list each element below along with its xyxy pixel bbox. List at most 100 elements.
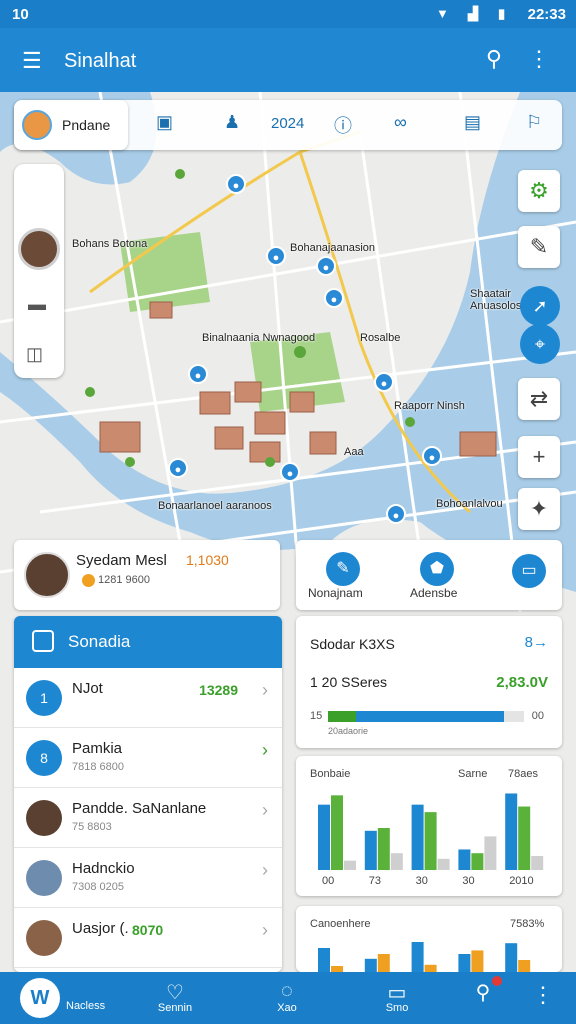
nav-label: Smo xyxy=(385,1002,409,1014)
user-card[interactable]: Syedam Mesl 1,1030 1281 9600 xyxy=(14,540,280,610)
link-icon[interactable]: ∞ xyxy=(394,112,407,133)
list-item[interactable]: 1 NJot 13289 › xyxy=(14,668,282,728)
pin-icon[interactable]: ✦ xyxy=(518,488,560,530)
zoom-in-icon[interactable]: + xyxy=(518,436,560,478)
map-label: Bonaarlanoel aaranoos xyxy=(158,500,272,512)
panel-icon[interactable]: ◫ xyxy=(26,344,43,365)
chart-bar xyxy=(518,960,531,972)
map-pin-icon[interactable]: ● xyxy=(386,504,406,524)
stats-card[interactable]: Sdodar K3XS 8→ 1 20 SSeres 2,83.0V 15 00… xyxy=(296,616,562,748)
chart-bar xyxy=(484,836,497,870)
chart-bar xyxy=(437,858,450,870)
layers-icon[interactable]: ▣ xyxy=(156,112,173,133)
year-label[interactable]: 2024 xyxy=(271,115,304,132)
map-pin-icon[interactable]: ● xyxy=(266,246,286,266)
list-item[interactable]: Uasjor (. 8070 › xyxy=(14,908,282,968)
map-pin-icon[interactable]: ● xyxy=(316,256,336,276)
user-value: 1,1030 xyxy=(186,552,229,568)
more-icon[interactable]: ⋮ xyxy=(528,46,550,72)
compose-icon[interactable]: ✎ xyxy=(326,552,360,586)
action-label[interactable]: Adensbe xyxy=(410,586,457,600)
list-item[interactable]: Hadnckio 7308 0205 › xyxy=(14,848,282,908)
bar-chart: 00 73 30 30 2010 xyxy=(318,793,544,887)
notification-badge xyxy=(492,976,502,986)
place-icon[interactable]: ⬟ xyxy=(420,552,454,586)
list-item-sub: 7818 6800 xyxy=(72,761,124,773)
chart-bar xyxy=(411,804,424,870)
list-item[interactable]: Pandde. SaNanlane 75 8803 › xyxy=(14,788,282,848)
list-item-badge: 1 xyxy=(26,680,62,716)
chart-card[interactable]: Bonbaie Sarne 78aes 00 73 30 30 2010 xyxy=(296,756,562,896)
chart-tick-label: 2010 xyxy=(509,875,533,887)
list-item-name: Pandde. SaNanlane xyxy=(72,800,207,817)
map-pin-icon[interactable]: ● xyxy=(374,372,394,392)
contact-avatar[interactable] xyxy=(18,228,60,270)
list-item-avatar xyxy=(26,860,62,896)
menu-icon[interactable]: ☰ xyxy=(22,48,42,74)
chart-bar xyxy=(518,806,531,870)
home-mark: W xyxy=(30,987,50,1009)
app-bar: ☰ Sinalhat ⚲ ⋮ xyxy=(0,28,576,92)
list-header: Sonadia xyxy=(14,616,282,668)
chevron-right-icon: › xyxy=(262,740,268,760)
chart-bar xyxy=(318,804,330,870)
nav-label: Sennin xyxy=(157,1002,193,1014)
user-name: Syedam Mesl xyxy=(76,552,167,569)
chart-bar xyxy=(458,849,471,870)
map-pin-icon[interactable]: ● xyxy=(226,174,246,194)
map-pin-icon[interactable]: ● xyxy=(324,288,344,308)
list-item-sub: 7308 0205 xyxy=(72,881,124,893)
status-time-right: 22:33 xyxy=(527,6,566,23)
signal-icon: ▟ xyxy=(468,6,478,21)
route-icon[interactable]: ⇄ xyxy=(518,378,560,420)
chart-card[interactable]: Canoenhere 7583% xyxy=(296,906,562,972)
profile-icon[interactable]: ♟ xyxy=(224,112,240,133)
map-pin-icon[interactable]: ● xyxy=(422,446,442,466)
nav-item[interactable]: ▭ Smo xyxy=(362,980,432,1014)
user-sub: 1281 9600 xyxy=(98,574,150,586)
nav-label: Xao xyxy=(277,1002,297,1014)
chevron-right-icon: › xyxy=(262,800,268,820)
nav-item[interactable]: ◌ Xao xyxy=(252,980,322,1014)
map-pin-icon[interactable]: ● xyxy=(280,462,300,482)
list-item-name: Uasjor (. xyxy=(72,920,129,937)
list-item-badge: 8 xyxy=(26,740,62,776)
settings-icon[interactable]: ⚙ xyxy=(518,170,560,212)
map-pin-icon[interactable]: ● xyxy=(188,364,208,384)
nav-item[interactable]: ⚲ xyxy=(448,980,518,1004)
edit-icon[interactable]: ✎ xyxy=(518,226,560,268)
home-button[interactable]: W xyxy=(20,978,60,1018)
locate-icon[interactable]: ⌖ xyxy=(520,324,560,364)
search-icon[interactable]: ⚲ xyxy=(486,46,502,72)
app-title: Sinalhat xyxy=(64,50,137,72)
chart-tick-label: 73 xyxy=(369,875,381,887)
chart-bar xyxy=(471,950,484,972)
stats-start: 15 xyxy=(310,710,323,722)
chevron-right-icon: › xyxy=(262,680,268,700)
image-icon xyxy=(32,630,54,652)
chart-bar xyxy=(364,958,377,972)
chevron-right-icon: › xyxy=(262,860,268,880)
compass-icon[interactable]: ➚ xyxy=(520,286,560,326)
chart-bar xyxy=(364,830,377,870)
nav-item[interactable]: ♡ Sennin xyxy=(140,980,210,1014)
map-label: Raaporr Ninsh xyxy=(394,400,465,412)
document-icon[interactable]: ▤ xyxy=(464,112,481,133)
alert-icon[interactable]: ⓘ xyxy=(334,112,352,138)
list-title: Sonadia xyxy=(68,632,131,651)
map-pin-icon[interactable]: ● xyxy=(168,458,188,478)
list-item[interactable]: 8 Pamkia 7818 6800 › xyxy=(14,728,282,788)
stats-value: 2,83.0V xyxy=(496,674,548,691)
card-icon[interactable]: ▭ xyxy=(512,554,546,588)
more-icon[interactable]: ⋮ xyxy=(532,982,554,1008)
list-item-name: Hadnckio xyxy=(72,860,135,877)
location-chip[interactable]: Pndane xyxy=(14,100,128,150)
bus-icon[interactable]: ▬ xyxy=(28,294,46,315)
flag-icon[interactable]: ⚐ xyxy=(526,112,542,133)
bottom-nav: W Nacless ♡ Sennin ◌ Xao ▭ Smo ⚲ ⋮ xyxy=(0,972,576,1024)
action-label[interactable]: Nonajnam xyxy=(308,586,363,600)
left-toolbar: ▬ ◫ xyxy=(14,164,64,378)
stats-caption: 20adaorie xyxy=(328,726,369,736)
chart-bar xyxy=(411,942,424,972)
stats-arrow[interactable]: 8→ xyxy=(525,634,548,651)
